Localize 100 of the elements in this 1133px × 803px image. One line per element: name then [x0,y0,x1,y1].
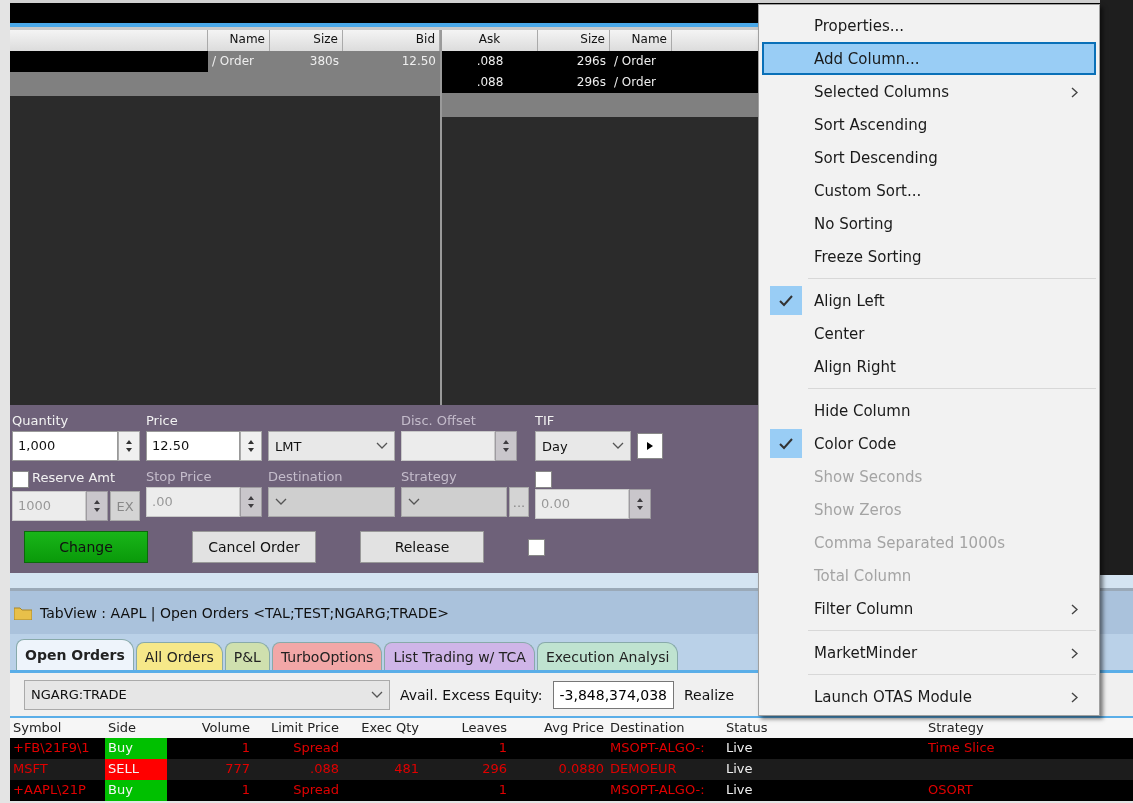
chevron-right-icon [1071,604,1078,615]
spin-buttons[interactable] [240,487,262,517]
chevron-down-icon [408,498,420,506]
field-label: Price [146,413,178,428]
spin-buttons[interactable] [495,431,517,461]
tab[interactable]: List Trading w/ TCA [384,642,535,670]
menu-item[interactable]: Properties... [762,9,1096,42]
tab[interactable]: Execution Analysi [536,642,679,670]
table-cell-text: 296s [575,53,607,70]
column-header[interactable]: Strategy [925,718,1125,738]
tab[interactable]: Open Orders [16,639,134,670]
folder-icon [14,605,32,620]
spin-buttons[interactable] [629,489,651,519]
window-title: TabView : AAPL | Open Orders <TAL;TEST;NGARG;TRADE> [40,604,449,621]
dropdown[interactable]: Day [535,431,631,461]
realized-label: Realize [684,686,735,703]
column-header[interactable]: Status [723,718,925,738]
table-cell-text: OSORT [927,781,974,799]
table-cell-text: MSOPT-ALGO-: [609,739,706,757]
table-cell-text: MSFT [12,760,49,778]
column-header[interactable]: Volume [167,718,253,738]
table-cell-text: Time Slice [927,739,996,757]
menu-item[interactable]: Center [762,317,1096,350]
table-cell-text: MSOPT-ALGO-: [609,781,706,799]
tab[interactable]: P&L [224,642,270,670]
table-cell-text: 1 [240,781,251,799]
input-field[interactable]: 1,000 [12,431,118,461]
chevron-down-icon [275,498,287,506]
input-field[interactable]: 12.50 [146,431,240,461]
field-label: TIF [535,413,555,428]
menu-item[interactable]: Hide Column [762,394,1096,427]
table-cell-text: / Order [211,53,255,70]
table-cell-text: 12.50 [400,53,437,70]
action-button[interactable]: Cancel Order [192,531,316,563]
dropdown[interactable]: LMT [268,431,395,461]
chevron-right-icon [1071,648,1078,659]
table-cell-text: .088 [309,760,340,778]
action-button[interactable]: Release [360,531,484,563]
chevron-down-icon [376,442,388,450]
menu-item[interactable]: Sort Descending [762,141,1096,174]
table-cell-text: 1 [497,739,508,757]
field-label: Stop Price [146,469,212,484]
table-cell-text: 777 [224,760,251,778]
account-dropdown[interactable]: NGARG:TRADE [24,679,390,710]
table-cell-text: 1 [497,781,508,799]
checkbox[interactable] [528,538,545,556]
column-header[interactable]: Symbol [10,718,105,738]
column-header[interactable]: Limit Price [253,718,342,738]
play-icon [646,441,654,451]
checkbox-label: Reserve Amt [32,470,116,487]
menu-item[interactable]: Custom Sort... [762,174,1096,207]
menu-item[interactable]: Launch OTAS Module [762,680,1096,713]
check-icon [770,286,802,315]
table-cell-text: +FB\21F9\1 [12,739,91,757]
column-header[interactable]: Leaves [422,718,510,738]
tab[interactable]: All Orders [135,642,223,670]
table-cell-text: 0.0880 [557,760,605,778]
menu-item[interactable]: No Sorting [762,207,1096,240]
chevron-right-icon [1071,87,1078,98]
table-cell-text: Spread [292,739,340,757]
menu-item[interactable]: Align Right [762,350,1096,383]
field-label: Strategy [401,469,457,484]
table-cell-text: 380s [308,53,340,70]
table-cell-text: 481 [393,760,420,778]
menu-item[interactable]: Align Left [762,284,1096,317]
table-cell: SELL [105,759,167,780]
table-cell-text: Live [725,739,754,757]
tab[interactable]: TurboOptions [271,642,383,670]
menu-item[interactable]: Color Code [762,427,1096,460]
table-cell-text: 296s [575,74,607,91]
column-header[interactable]: Side [105,718,167,738]
spin-buttons[interactable] [118,431,140,461]
menu-item[interactable]: Filter Column [762,592,1096,625]
field-label: Destination [268,469,343,484]
column-header[interactable]: Destination [607,718,723,738]
column-header[interactable]: Avg Price [510,718,607,738]
table-cell-text: +AAPL\21P [12,781,87,799]
table-cell-text: .088 [475,74,505,91]
equity-field[interactable]: -3,848,374,038 [552,680,674,709]
table-cell-text: 296 [481,760,508,778]
table-cell-text: Live [725,781,754,799]
menu-item[interactable]: Selected Columns [762,75,1096,108]
chevron-right-icon [1071,692,1078,703]
chevron-down-icon [612,442,624,450]
change-button[interactable]: Change [24,531,148,563]
column-header[interactable]: Exec Qty [342,718,422,738]
field-label: Disc. Offset [401,413,476,428]
field-label: Quantity [12,413,69,428]
menu-item[interactable]: MarketMinder [762,636,1096,669]
spin-buttons[interactable] [86,491,108,521]
table-cell: Buy [105,780,167,801]
equity-label: Avail. Excess Equity: [400,686,543,703]
menu-item[interactable]: Freeze Sorting [762,240,1096,273]
spin-buttons[interactable] [240,431,262,461]
table-cell-text: Live [725,760,754,778]
expand-button[interactable] [637,433,663,459]
menu-item[interactable]: Sort Ascending [762,108,1096,141]
table-cell-text: / Order [613,53,657,70]
table-cell: Buy [105,738,167,759]
menu-item[interactable]: Add Column... [762,42,1096,75]
